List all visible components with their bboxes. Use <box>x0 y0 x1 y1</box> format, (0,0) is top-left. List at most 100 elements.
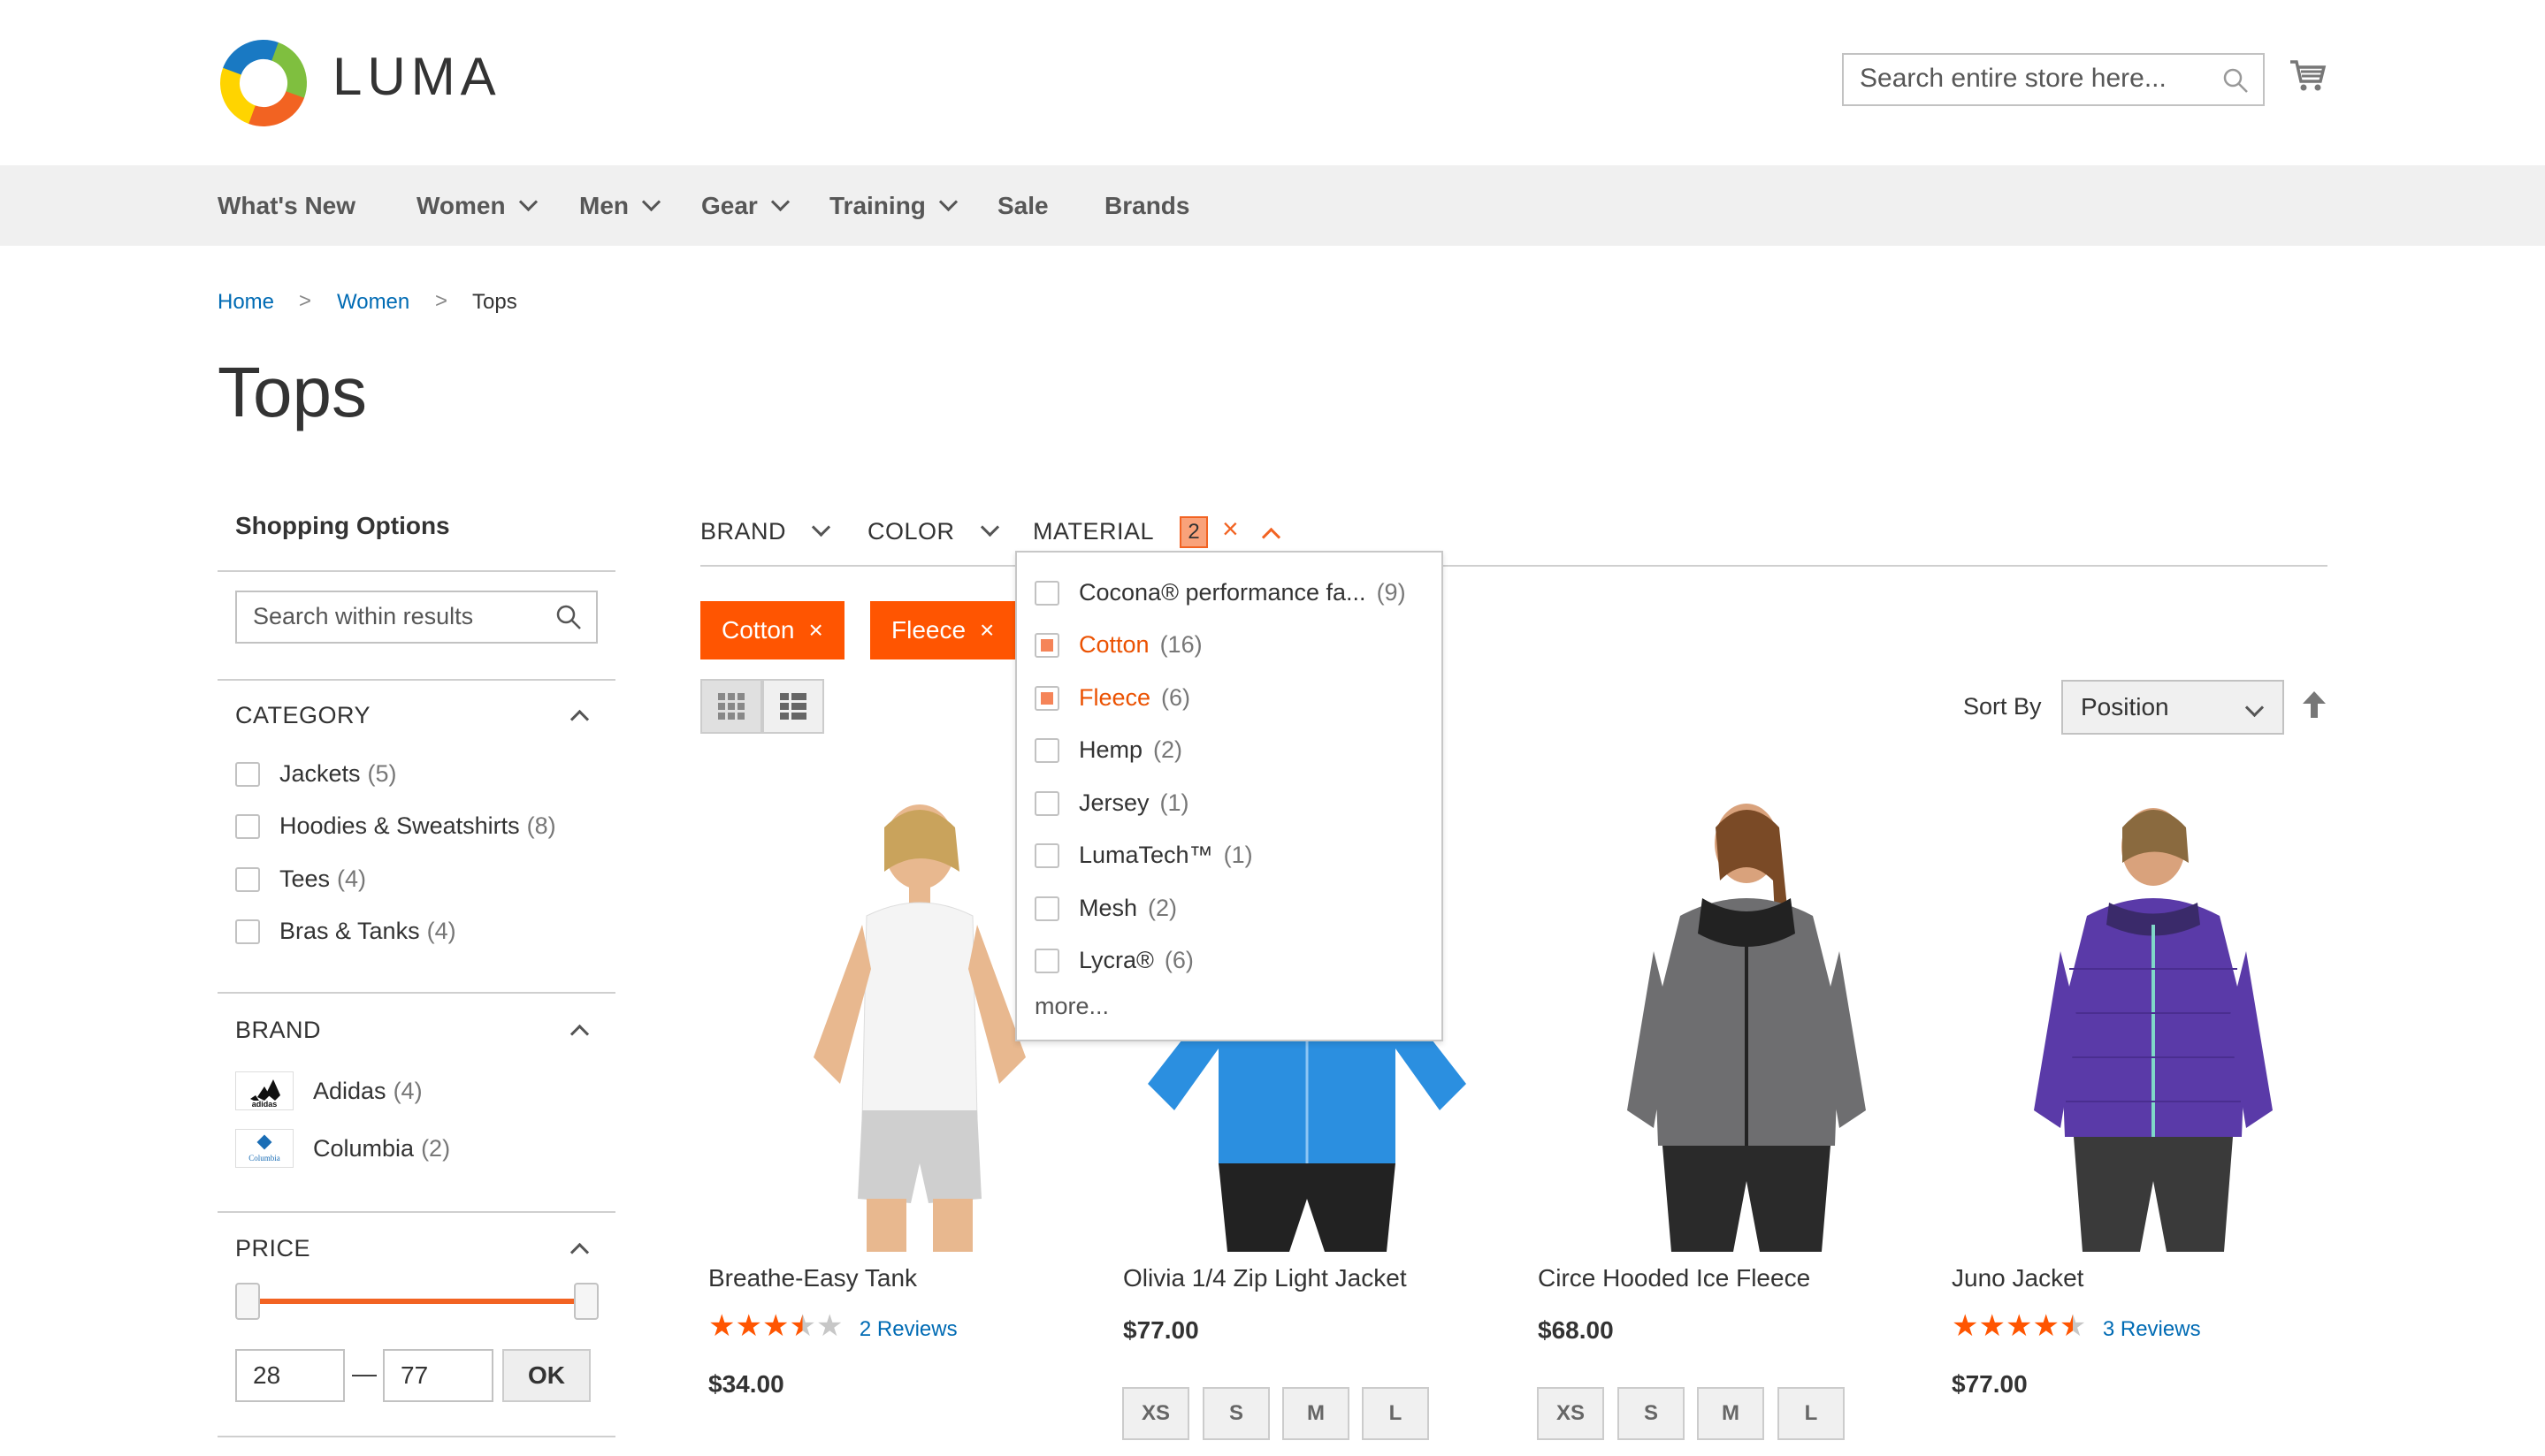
chevron-up-icon[interactable] <box>1261 527 1281 547</box>
store-search[interactable] <box>1842 53 2265 106</box>
filter-material[interactable]: MATERIAL <box>1033 518 1154 545</box>
nav-whats-new[interactable]: What's New <box>218 192 355 220</box>
checkbox[interactable] <box>1035 790 1059 816</box>
store-search-input[interactable] <box>1844 55 2229 103</box>
checkbox[interactable] <box>235 866 260 892</box>
sort-select[interactable]: Position <box>2061 680 2284 735</box>
checkbox[interactable] <box>235 813 260 839</box>
material-option-cocona[interactable]: Cocona® performance fa... (9) <box>1035 579 1406 606</box>
checkbox[interactable] <box>1035 896 1059 921</box>
nav-sale[interactable]: Sale <box>997 192 1049 220</box>
close-icon[interactable]: × <box>980 616 994 644</box>
chevron-down-icon <box>641 192 661 212</box>
active-filter-fleece[interactable]: Fleece × <box>870 601 1016 659</box>
checkbox-checked[interactable] <box>1035 685 1059 711</box>
option-count: (1) <box>1223 842 1253 868</box>
category-filter-jackets[interactable]: Jackets (5) <box>235 760 397 788</box>
size-swatch-m[interactable]: M <box>1282 1387 1349 1440</box>
breadcrumb-separator: > <box>435 289 448 313</box>
material-option-cotton[interactable]: Cotton (16) <box>1035 631 1203 659</box>
filter-brand[interactable]: BRAND <box>700 517 831 545</box>
price-slider-max-handle[interactable] <box>574 1283 599 1320</box>
product-name[interactable]: Circe Hooded Ice Fleece <box>1538 1264 1810 1292</box>
breadcrumb-women[interactable]: Women <box>337 290 409 315</box>
reviews-link[interactable]: 2 Reviews <box>860 1317 958 1341</box>
cart-button[interactable] <box>2289 57 2327 95</box>
checkbox[interactable] <box>1035 737 1059 763</box>
chevron-up-icon[interactable] <box>569 1242 590 1262</box>
price-max-input[interactable]: 77 <box>383 1349 493 1402</box>
checkbox[interactable] <box>235 919 260 944</box>
checkbox[interactable] <box>1035 948 1059 973</box>
material-option-lumatech[interactable]: LumaTech™ (1) <box>1035 842 1253 869</box>
grid-view-button[interactable] <box>700 679 762 734</box>
category-filter-hoodies[interactable]: Hoodies & Sweatshirts (8) <box>235 812 556 840</box>
filter-bar-label: BRAND <box>700 518 787 545</box>
chevron-up-icon[interactable] <box>569 1024 590 1044</box>
filter-color[interactable]: COLOR <box>867 517 999 545</box>
option-label: Jersey <box>1079 789 1150 816</box>
price-slider-min-handle[interactable] <box>235 1283 260 1320</box>
search-within-input[interactable] <box>237 592 569 640</box>
search-icon[interactable] <box>555 604 582 630</box>
checkbox[interactable] <box>235 761 260 787</box>
size-swatch-l[interactable]: L <box>1777 1387 1845 1440</box>
price-min-input[interactable]: 28 <box>235 1349 345 1402</box>
luma-logo[interactable] <box>218 37 310 129</box>
product-image[interactable] <box>1963 792 2335 1252</box>
price-slider-track[interactable] <box>256 1299 584 1304</box>
size-swatch-xs[interactable]: XS <box>1537 1387 1604 1440</box>
active-filter-cotton[interactable]: Cotton × <box>700 601 845 659</box>
material-option-lycra[interactable]: Lycra® (6) <box>1035 947 1194 974</box>
filter-count: (8) <box>526 812 556 839</box>
close-icon[interactable]: × <box>809 616 823 644</box>
material-option-mesh[interactable]: Mesh (2) <box>1035 895 1177 922</box>
material-option-hemp[interactable]: Hemp (2) <box>1035 736 1182 764</box>
nav-label: What's New <box>218 192 356 219</box>
sort-direction-button[interactable] <box>2301 690 2327 724</box>
size-swatch-m[interactable]: M <box>1697 1387 1764 1440</box>
checkbox-checked[interactable] <box>1035 632 1059 658</box>
price-ok-button[interactable]: OK <box>502 1349 591 1402</box>
category-filter-tees[interactable]: Tees (4) <box>235 865 366 893</box>
brand-title[interactable]: BRAND <box>235 1017 321 1044</box>
nav-gear[interactable]: Gear <box>701 192 790 220</box>
reviews-link[interactable]: 3 Reviews <box>2103 1317 2201 1341</box>
chevron-up-icon[interactable] <box>569 709 590 729</box>
chevron-down-icon <box>938 192 959 212</box>
category-title[interactable]: CATEGORY <box>235 702 371 729</box>
material-option-jersey[interactable]: Jersey (1) <box>1035 789 1189 817</box>
cart-icon <box>2290 60 2327 91</box>
material-count-badge: 2 <box>1180 516 1208 548</box>
material-option-fleece[interactable]: Fleece (6) <box>1035 684 1190 712</box>
checkbox[interactable] <box>1035 580 1059 606</box>
product-name[interactable]: Olivia 1/4 Zip Light Jacket <box>1123 1264 1407 1292</box>
product-image[interactable] <box>1556 792 1928 1252</box>
brand-filter-columbia[interactable]: Columbia Columbia (2) <box>235 1129 450 1168</box>
price-title[interactable]: PRICE <box>235 1235 310 1262</box>
material-dropdown: Cocona® performance fa... (9) Cotton (16) … <box>1015 551 1443 1041</box>
breadcrumb-home[interactable]: Home <box>218 290 274 315</box>
product-name[interactable]: Breathe-Easy Tank <box>708 1264 917 1292</box>
size-swatch-s[interactable]: S <box>1617 1387 1685 1440</box>
category-filter-bras-tanks[interactable]: Bras & Tanks (4) <box>235 918 456 945</box>
clear-material-icon[interactable]: × <box>1222 513 1239 545</box>
list-view-button[interactable] <box>762 679 824 734</box>
nav-training[interactable]: Training <box>829 192 959 220</box>
option-label: Lycra® <box>1079 947 1154 973</box>
size-swatch-s[interactable]: S <box>1203 1387 1270 1440</box>
more-options-link[interactable]: more... <box>1035 993 1109 1020</box>
chevron-down-icon <box>770 192 790 212</box>
product-name[interactable]: Juno Jacket <box>1952 1264 2083 1292</box>
shopping-options-title: Shopping Options <box>235 512 450 539</box>
size-swatch-xs[interactable]: XS <box>1122 1387 1189 1440</box>
nav-brands[interactable]: Brands <box>1104 192 1189 220</box>
nav-men[interactable]: Men <box>579 192 661 220</box>
search-icon[interactable] <box>2222 67 2249 94</box>
search-within-results[interactable] <box>235 591 598 644</box>
nav-women[interactable]: Women <box>417 192 538 220</box>
checkbox[interactable] <box>1035 842 1059 868</box>
size-swatch-l[interactable]: L <box>1362 1387 1429 1440</box>
nav-label: Training <box>829 192 926 219</box>
brand-filter-adidas[interactable]: adidas Adidas (4) <box>235 1071 423 1110</box>
